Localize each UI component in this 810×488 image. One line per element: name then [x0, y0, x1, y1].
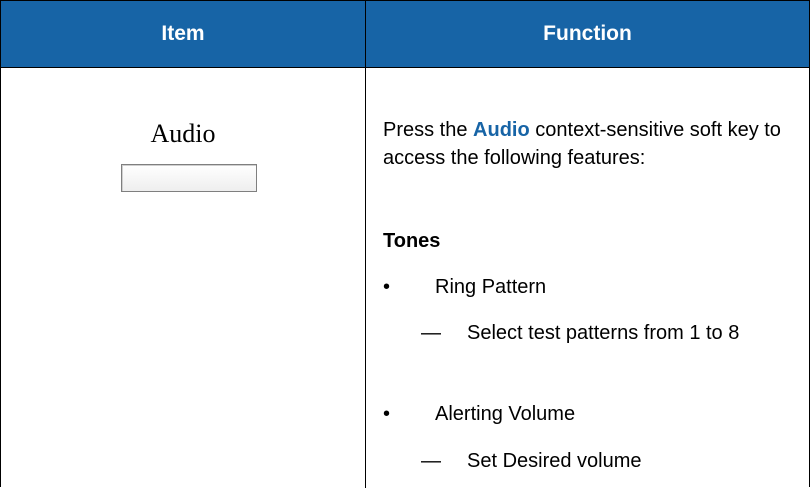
bullet-icon: • [383, 276, 391, 298]
description-keyword: Audio [473, 119, 530, 141]
feature-table: Item Function Audio Press the Audio cont… [0, 0, 810, 488]
list-item-label: Ring Pattern [435, 276, 547, 298]
bullet-icon: • [383, 403, 391, 425]
description-prefix: Press the [383, 119, 468, 141]
item-audio-label: Audio [150, 119, 216, 148]
column-header-item: Item [161, 22, 205, 45]
table-header-row: Item Function [1, 1, 809, 68]
sub-item-label: Set Desired volume [467, 450, 642, 472]
dash-icon: — [421, 322, 441, 344]
list-item-label: Alerting Volume [435, 403, 576, 425]
sub-item-label: Select test patterns from 1 to 8 [467, 322, 740, 344]
column-header-function: Function [543, 22, 632, 45]
audio-softkey-button [121, 164, 257, 192]
function-description: Press the Audio context-sensitive soft k… [383, 116, 793, 172]
column-divider [365, 1, 366, 488]
section-title-tones: Tones [383, 230, 441, 252]
dash-icon: — [421, 450, 441, 472]
